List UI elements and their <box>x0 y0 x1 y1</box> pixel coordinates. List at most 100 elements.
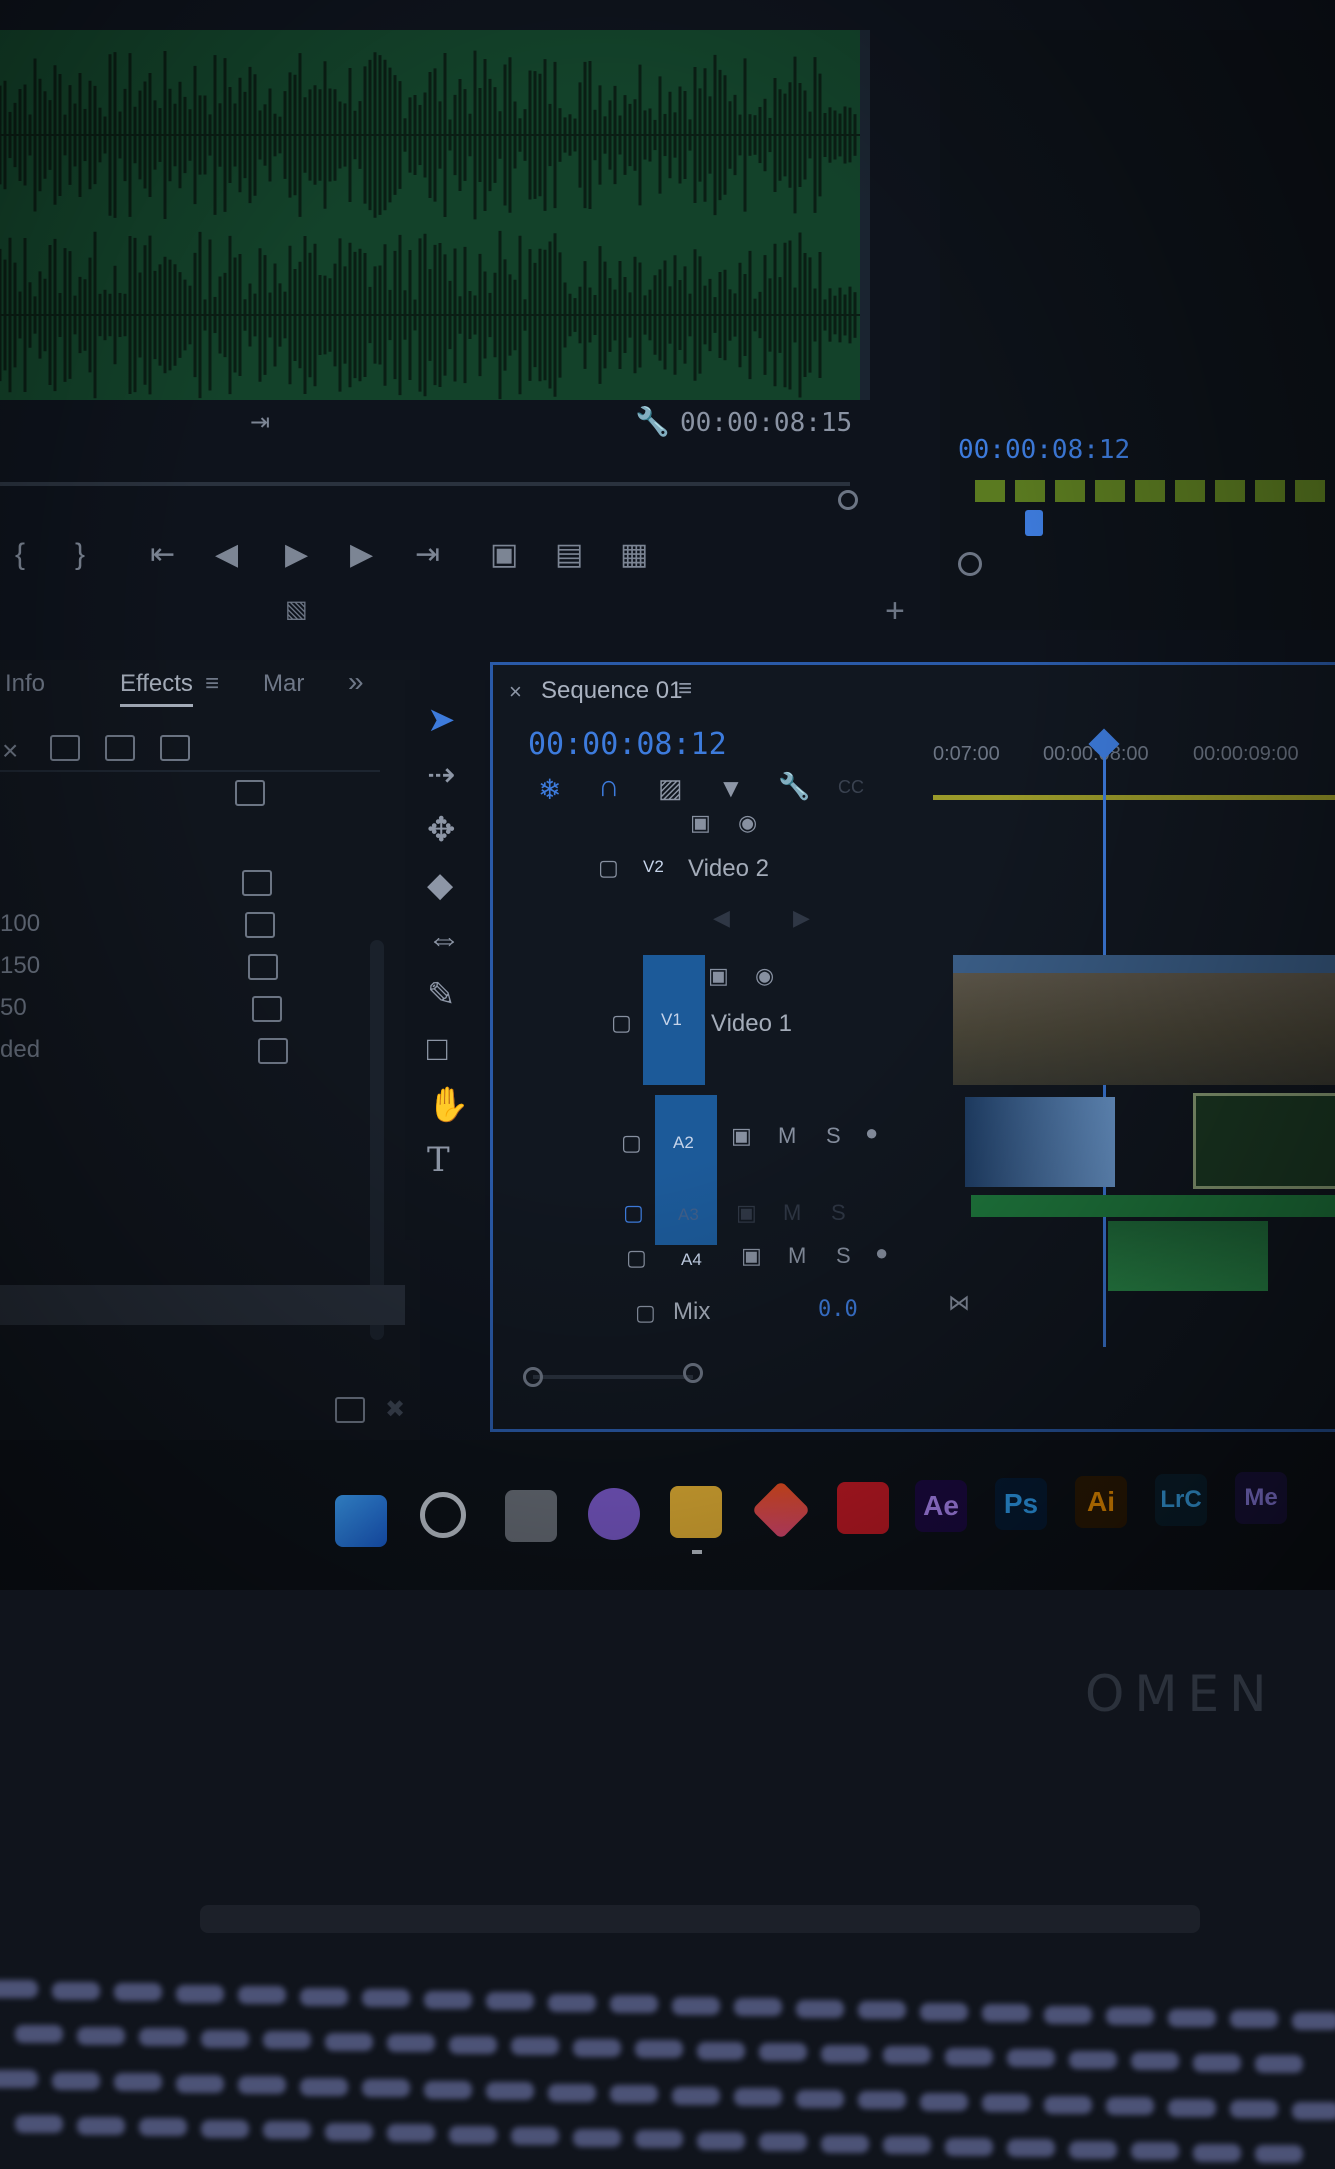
timeline-zoom-bar[interactable] <box>533 1375 693 1379</box>
photoshop-icon[interactable]: Ps <box>995 1478 1047 1530</box>
audio-clip[interactable] <box>1108 1221 1268 1291</box>
menu-icon[interactable]: ≡ <box>678 675 692 703</box>
audio-clip[interactable] <box>1193 1093 1335 1189</box>
eye-icon[interactable]: ◉ <box>755 963 774 989</box>
yuv-effects-icon[interactable] <box>160 735 190 761</box>
new-folder-icon[interactable] <box>335 1397 365 1423</box>
list-item[interactable]: ded <box>0 1036 40 1064</box>
razor-icon[interactable]: ◆ <box>427 865 453 905</box>
button-editor-icon[interactable]: ▧ <box>285 595 308 624</box>
solo-button[interactable]: S <box>836 1243 851 1269</box>
hand-icon[interactable]: ✋ <box>427 1085 469 1125</box>
video-clip[interactable] <box>953 955 1335 1085</box>
zoom-handle-right[interactable] <box>683 1363 703 1383</box>
audio-clip[interactable] <box>965 1097 1115 1187</box>
lock-icon[interactable]: ▢ <box>621 1130 642 1156</box>
solo-button[interactable]: S <box>831 1200 846 1226</box>
mix-value[interactable]: 0.0 <box>818 1297 858 1322</box>
track-tag-v1[interactable]: V1 <box>661 1010 682 1030</box>
mcafee-icon[interactable] <box>837 1482 889 1534</box>
mute-button[interactable]: M <box>783 1200 801 1226</box>
linked-selection-icon[interactable]: ▨ <box>658 773 683 804</box>
marker-icon[interactable]: ▼ <box>718 773 744 804</box>
microphone-icon[interactable]: ● <box>865 1120 878 1146</box>
tab-effects[interactable]: Effects <box>120 670 193 707</box>
rectangle-icon[interactable]: □ <box>427 1030 448 1069</box>
selection-tool-icon[interactable]: ➤ <box>427 700 456 740</box>
play-icon[interactable]: ▶ <box>285 540 308 570</box>
toggle-sync-lock-icon[interactable]: ▣ <box>736 1200 757 1226</box>
lock-icon[interactable]: ▢ <box>623 1200 644 1226</box>
search-icon[interactable] <box>420 1492 466 1538</box>
audio-clip[interactable] <box>971 1195 1335 1217</box>
step-back-icon[interactable]: ◀ <box>215 540 238 570</box>
toggle-sync-lock-icon[interactable]: ▣ <box>708 963 729 989</box>
effects-scrollbar[interactable] <box>370 940 384 1340</box>
32bit-effects-icon[interactable] <box>105 735 135 761</box>
mute-button[interactable]: M <box>788 1243 806 1269</box>
mark-out-icon[interactable]: } <box>75 540 85 570</box>
track-tag-a2[interactable]: A2 <box>673 1133 694 1153</box>
track-tag-a3[interactable]: A3 <box>678 1205 699 1225</box>
zoom-handle-left[interactable] <box>523 1367 543 1387</box>
eye-icon[interactable]: ◉ <box>738 810 757 836</box>
fit-icon[interactable]: ⇥ <box>250 408 270 437</box>
prev-keyframe-icon[interactable]: ◀ <box>713 905 730 931</box>
lock-icon[interactable]: ▢ <box>635 1300 656 1326</box>
lock-icon[interactable]: ▢ <box>611 1010 632 1036</box>
task-view-icon[interactable] <box>505 1490 557 1542</box>
snap-icon[interactable]: ∩ <box>598 770 620 804</box>
close-icon[interactable]: × <box>2 735 18 767</box>
track-label-video-1[interactable]: Video 1 <box>711 1010 792 1038</box>
scrub-handle[interactable] <box>838 490 858 510</box>
wrench-icon[interactable]: 🔧 <box>635 405 670 438</box>
chat-icon[interactable] <box>588 1488 640 1540</box>
accelerated-effects-icon[interactable] <box>50 735 80 761</box>
trash-icon[interactable]: ✖ <box>385 1395 405 1424</box>
list-item[interactable]: 100 <box>0 910 40 938</box>
after-effects-icon[interactable]: Ae <box>915 1480 967 1532</box>
sequence-tab[interactable]: Sequence 01 <box>541 677 682 705</box>
pen-icon[interactable]: ✎ <box>427 975 456 1015</box>
windows-start-icon[interactable] <box>335 1495 387 1547</box>
list-item[interactable]: 150 <box>0 952 40 980</box>
microphone-icon[interactable]: ● <box>875 1240 888 1266</box>
mark-in-icon[interactable]: { <box>15 540 25 570</box>
track-tag-v2[interactable]: V2 <box>643 857 664 877</box>
nest-icon[interactable]: ❄ <box>538 773 561 806</box>
captions-icon[interactable]: CC <box>838 777 864 798</box>
program-mini-timeline[interactable] <box>975 480 1335 502</box>
file-explorer-icon[interactable] <box>670 1486 722 1538</box>
go-to-end-icon[interactable]: ⋈ <box>948 1290 970 1316</box>
double-chevron-right-icon[interactable]: » <box>348 666 364 698</box>
illustrator-icon[interactable]: Ai <box>1075 1476 1127 1528</box>
tab-info[interactable]: Info <box>5 670 45 698</box>
track-tag-a4[interactable]: A4 <box>681 1250 702 1270</box>
toggle-sync-lock-icon[interactable]: ▣ <box>741 1243 762 1269</box>
lightroom-classic-icon[interactable]: LrC <box>1155 1474 1207 1526</box>
timeline-timecode[interactable]: 00:00:08:12 <box>528 727 727 762</box>
go-to-out-icon[interactable]: ⇥ <box>415 540 440 570</box>
track-label-video-2[interactable]: Video 2 <box>688 855 769 883</box>
source-scrub-bar[interactable] <box>0 482 850 486</box>
camera-icon[interactable]: ▦ <box>620 540 648 570</box>
work-area-bar[interactable] <box>933 795 1335 800</box>
list-item[interactable]: 50 <box>0 994 27 1022</box>
ripple-edit-icon[interactable]: ✥ <box>427 810 456 850</box>
program-zoom-handle[interactable] <box>958 552 982 576</box>
tab-markers[interactable]: Mar <box>263 670 304 698</box>
program-playhead[interactable] <box>1025 510 1043 536</box>
insert-icon[interactable]: ▣ <box>490 540 518 570</box>
wrench-icon[interactable]: 🔧 <box>778 771 810 802</box>
slip-icon[interactable]: ⇔ <box>427 920 461 959</box>
office-icon[interactable] <box>751 1480 811 1540</box>
close-icon[interactable]: × <box>509 679 522 705</box>
step-forward-icon[interactable]: ▶ <box>350 540 373 570</box>
mute-button[interactable]: M <box>778 1123 796 1149</box>
lock-icon[interactable]: ▢ <box>626 1245 647 1271</box>
media-encoder-icon[interactable]: Me <box>1235 1472 1287 1524</box>
add-icon[interactable]: + <box>885 592 905 631</box>
lock-icon[interactable]: ▢ <box>598 855 619 881</box>
go-to-in-icon[interactable]: ⇤ <box>150 540 175 570</box>
type-tool-icon[interactable]: T <box>427 1140 450 1180</box>
